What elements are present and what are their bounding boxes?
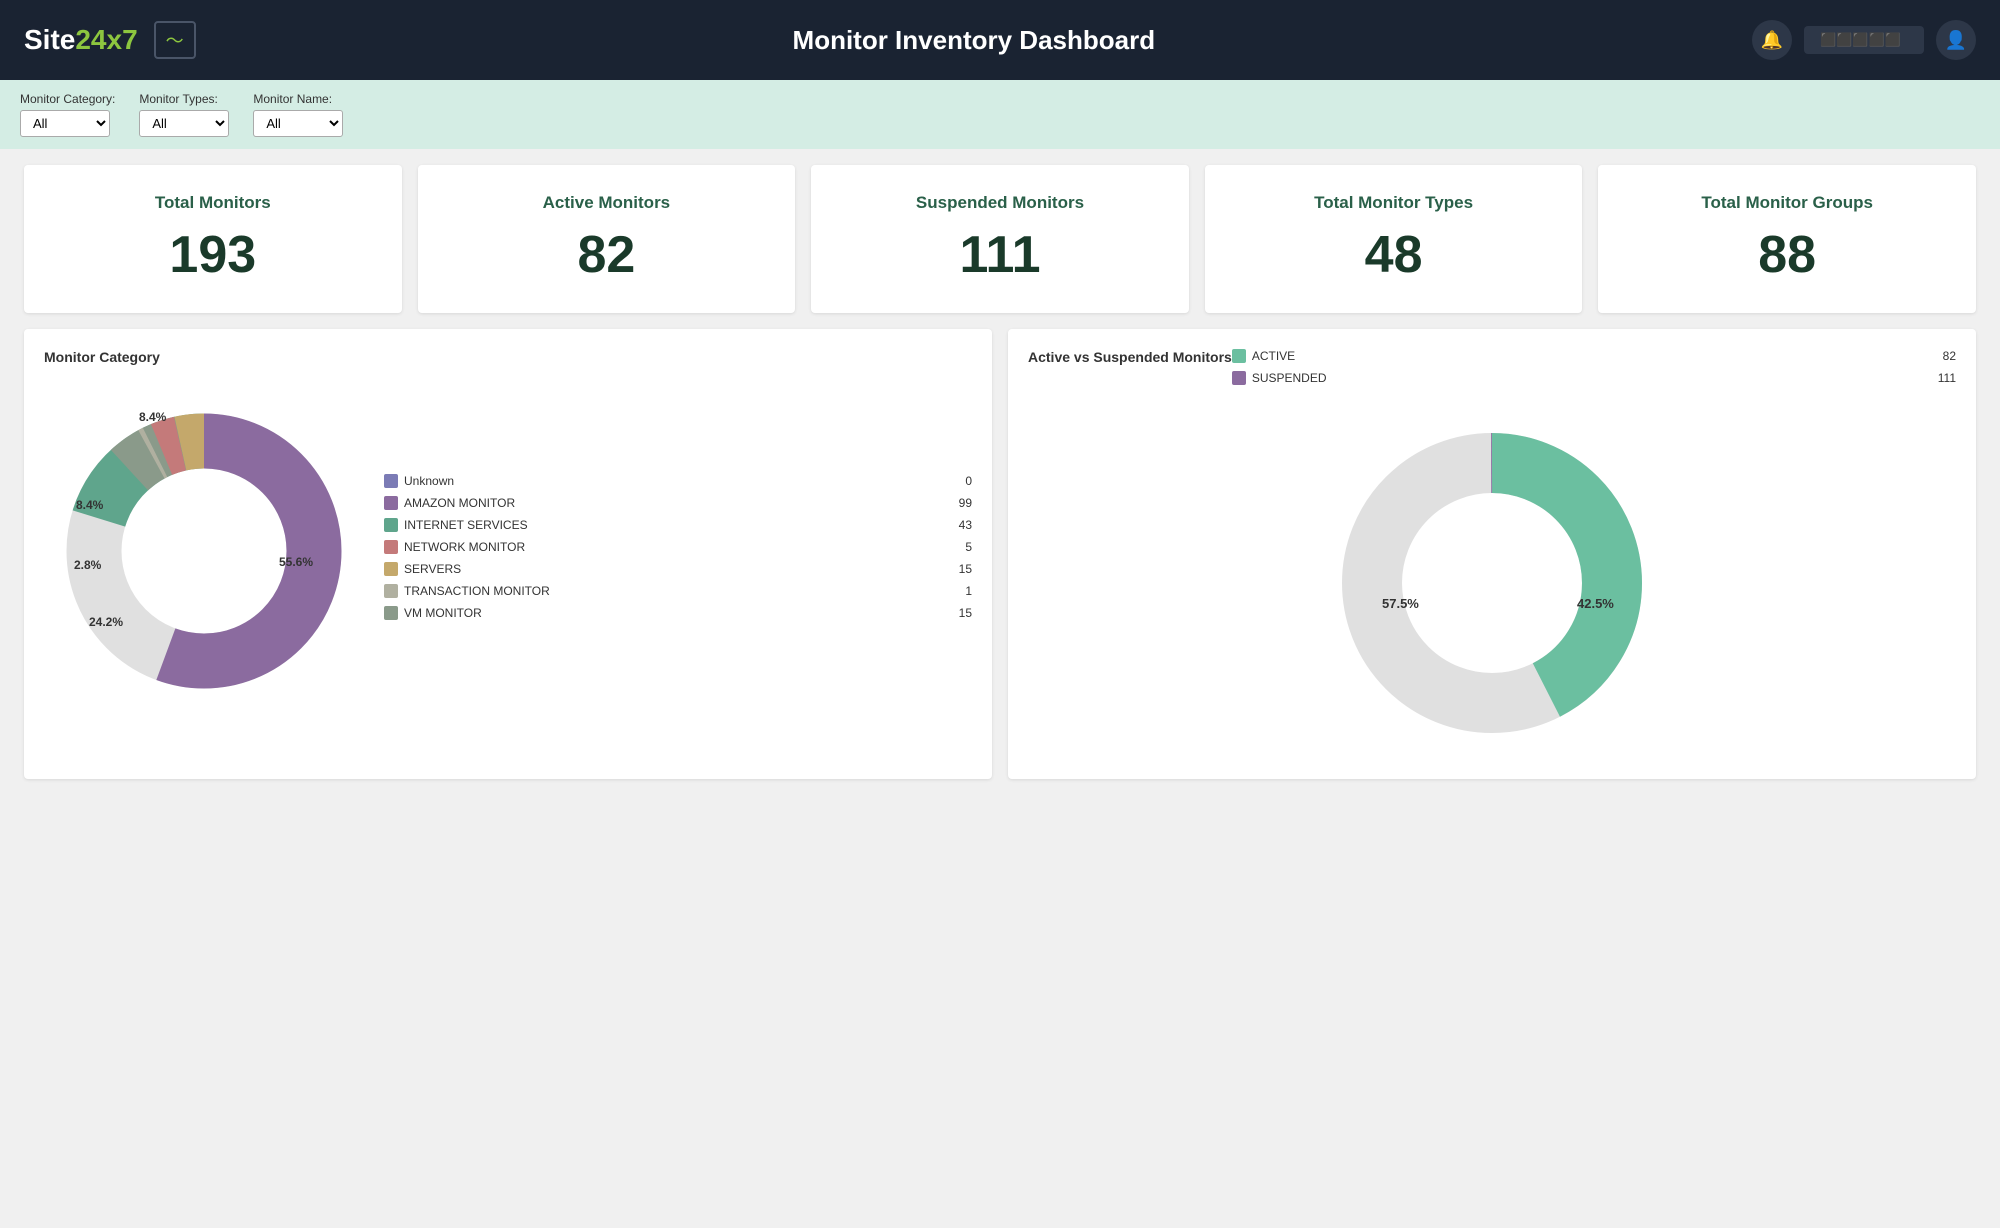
- legend-name-amazon: AMAZON MONITOR: [404, 496, 942, 510]
- name-filter-label: Monitor Name:: [253, 92, 343, 106]
- label-amazon: 55.6%: [279, 555, 313, 569]
- chart-active-suspended-title: Active vs Suspended Monitors: [1028, 349, 1232, 365]
- legend-value-unknown: 0: [948, 474, 972, 488]
- legend-item-active: ACTIVE 82: [1232, 349, 1956, 363]
- user-icon[interactable]: 👤: [1936, 20, 1976, 60]
- label-vm: 8.4%: [76, 498, 104, 512]
- logo-247: 24x7: [75, 24, 137, 55]
- legend-color-active: [1232, 349, 1246, 363]
- name-filter-select[interactable]: All: [253, 110, 343, 137]
- header-icons: 🔔 ⬛⬛⬛⬛⬛ 👤: [1752, 20, 1976, 60]
- stat-total-monitor-groups: Total Monitor Groups 88: [1598, 165, 1976, 313]
- types-filter-group: Monitor Types: All: [139, 92, 229, 137]
- stat-total-monitors-title: Total Monitors: [44, 193, 382, 213]
- legend-value-vm: 15: [948, 606, 972, 620]
- legend-value-internet: 43: [948, 518, 972, 532]
- legend-item-amazon: AMAZON MONITOR 99: [384, 496, 972, 510]
- bell-icon[interactable]: 🔔: [1752, 20, 1792, 60]
- stat-total-monitor-types-title: Total Monitor Types: [1225, 193, 1563, 213]
- stat-total-monitor-types: Total Monitor Types 48: [1205, 165, 1583, 313]
- stat-total-monitor-types-value: 48: [1225, 225, 1563, 285]
- stat-active-monitors-value: 82: [438, 225, 776, 285]
- legend-value-suspended: 111: [1932, 371, 1956, 385]
- legend-name-suspended: SUSPENDED: [1252, 371, 1926, 385]
- legend-name-transaction: TRANSACTION MONITOR: [404, 584, 942, 598]
- name-filter-group: Monitor Name: All: [253, 92, 343, 137]
- legend-value-servers: 15: [948, 562, 972, 576]
- legend-color-transaction: [384, 584, 398, 598]
- legend-name-internet: INTERNET SERVICES: [404, 518, 942, 532]
- label-servers: 8.4%: [139, 410, 167, 424]
- chart-monitor-category: Monitor Category: [24, 329, 992, 779]
- donut-active-suspended-svg: 42.5% 57.5%: [1322, 413, 1662, 753]
- legend-value-transaction: 1: [948, 584, 972, 598]
- page-title: Monitor Inventory Dashboard: [196, 25, 1752, 56]
- donut-category-container: 55.6% 24.2% 8.4% 8.4% 2.8% Unknown 0 AMA…: [44, 381, 972, 721]
- stat-active-monitors-title: Active Monitors: [438, 193, 776, 213]
- legend-name-vm: VM MONITOR: [404, 606, 942, 620]
- stat-suspended-monitors-value: 111: [831, 225, 1169, 285]
- types-filter-select[interactable]: All: [139, 110, 229, 137]
- legend-name-network: NETWORK MONITOR: [404, 540, 942, 554]
- logo: Site24x7: [24, 24, 138, 56]
- filter-bar: Monitor Category: All Monitor Types: All…: [0, 80, 2000, 149]
- stats-row: Total Monitors 193 Active Monitors 82 Su…: [0, 149, 2000, 329]
- legend-value-active: 82: [1932, 349, 1956, 363]
- types-filter-label: Monitor Types:: [139, 92, 229, 106]
- label-internet: 24.2%: [89, 615, 123, 629]
- legend-item-unknown: Unknown 0: [384, 474, 972, 488]
- stat-suspended-monitors: Suspended Monitors 111: [811, 165, 1189, 313]
- header-search-bar[interactable]: ⬛⬛⬛⬛⬛: [1804, 26, 1924, 54]
- legend-item-vm: VM MONITOR 15: [384, 606, 972, 620]
- label-suspended-pct: 57.5%: [1382, 596, 1419, 611]
- label-active-pct: 42.5%: [1577, 596, 1614, 611]
- legend-color-vm: [384, 606, 398, 620]
- category-filter-group: Monitor Category: All: [20, 92, 115, 137]
- legend-color-unknown: [384, 474, 398, 488]
- legend-color-network: [384, 540, 398, 554]
- stat-total-monitors: Total Monitors 193: [24, 165, 402, 313]
- legend-value-network: 5: [948, 540, 972, 554]
- legend-color-internet: [384, 518, 398, 532]
- legend-color-amazon: [384, 496, 398, 510]
- chart-category-title: Monitor Category: [44, 349, 972, 365]
- logo-site: Site: [24, 24, 75, 55]
- active-suspended-legend: ACTIVE 82 SUSPENDED 111: [1232, 349, 1956, 393]
- legend-color-suspended: [1232, 371, 1246, 385]
- category-filter-select[interactable]: All: [20, 110, 110, 137]
- stat-total-monitor-groups-value: 88: [1618, 225, 1956, 285]
- legend-item-suspended: SUSPENDED 111: [1232, 371, 1956, 385]
- category-legend: Unknown 0 AMAZON MONITOR 99 INTERNET SER…: [364, 474, 972, 628]
- legend-item-transaction: TRANSACTION MONITOR 1: [384, 584, 972, 598]
- legend-color-servers: [384, 562, 398, 576]
- stat-total-monitor-groups-title: Total Monitor Groups: [1618, 193, 1956, 213]
- stat-active-monitors: Active Monitors 82: [418, 165, 796, 313]
- charts-row: Monitor Category: [0, 329, 2000, 795]
- chart-active-suspended: Active vs Suspended Monitors ACTIVE 82 S…: [1008, 329, 1976, 779]
- legend-name-servers: SERVERS: [404, 562, 942, 576]
- legend-item-internet: INTERNET SERVICES 43: [384, 518, 972, 532]
- chart-icon: 〜: [154, 21, 196, 59]
- donut-category-wrapper: 55.6% 24.2% 8.4% 8.4% 2.8%: [44, 391, 364, 711]
- category-filter-label: Monitor Category:: [20, 92, 115, 106]
- legend-item-servers: SERVERS 15: [384, 562, 972, 576]
- legend-item-network: NETWORK MONITOR 5: [384, 540, 972, 554]
- header: Site24x7 〜 Monitor Inventory Dashboard 🔔…: [0, 0, 2000, 80]
- label-network: 2.8%: [74, 558, 102, 572]
- donut-category-svg: 55.6% 24.2% 8.4% 8.4% 2.8%: [44, 391, 364, 711]
- stat-suspended-monitors-title: Suspended Monitors: [831, 193, 1169, 213]
- legend-value-amazon: 99: [948, 496, 972, 510]
- stat-total-monitors-value: 193: [44, 225, 382, 285]
- legend-name-unknown: Unknown: [404, 474, 942, 488]
- legend-name-active: ACTIVE: [1252, 349, 1926, 363]
